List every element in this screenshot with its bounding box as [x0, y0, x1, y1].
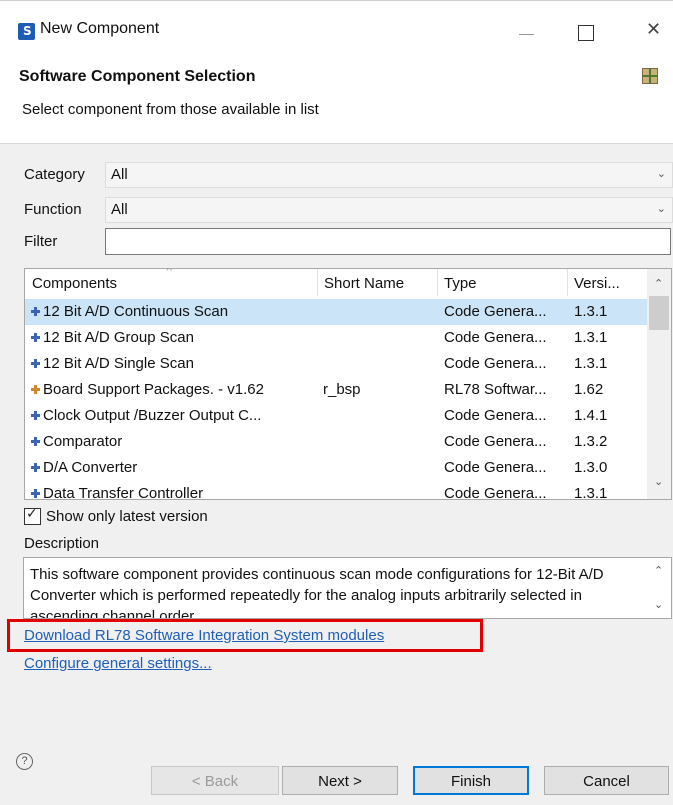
latest-version-checkbox[interactable] — [24, 506, 41, 525]
chevron-down-icon: ⌄ — [656, 202, 666, 215]
scroll-up-icon[interactable]: ⌃ — [654, 277, 663, 290]
type-cell: Code Genera... — [444, 329, 547, 346]
type-cell: Code Genera... — [444, 485, 547, 500]
table-row[interactable]: 12 Bit A/D Group Scan Code Genera... 1.3.1 — [25, 325, 647, 351]
scroll-down-icon[interactable]: ⌄ — [654, 475, 663, 488]
type-cell: Code Genera... — [444, 355, 547, 372]
component-icon — [31, 333, 40, 342]
component-name-cell: Board Support Packages. - v1.62 — [43, 381, 264, 398]
maximize-button[interactable] — [578, 25, 594, 41]
table-row[interactable]: Comparator Code Genera... 1.3.2 — [25, 429, 647, 455]
sort-indicator-icon: ^ — [165, 268, 174, 278]
table-row[interactable]: Data Transfer Controller Code Genera... 1.… — [25, 481, 647, 500]
type-cell: Code Genera... — [444, 303, 547, 320]
component-icon — [31, 359, 40, 368]
category-value: All — [111, 166, 128, 183]
component-name-cell: 12 Bit A/D Group Scan — [43, 329, 194, 346]
function-select[interactable]: All ⌄ — [105, 197, 673, 223]
component-name-cell: Clock Output /Buzzer Output C... — [43, 407, 262, 424]
chevron-down-icon: ⌄ — [656, 167, 666, 180]
description-box[interactable]: This software component provides continu… — [23, 557, 672, 619]
components-table[interactable]: Components ^ Short Name Type Versi... 12… — [24, 268, 672, 500]
filter-input[interactable] — [105, 228, 671, 255]
table-row[interactable]: 12 Bit A/D Single Scan Code Genera... 1.3.… — [25, 351, 647, 377]
help-icon[interactable]: ? — [16, 753, 33, 770]
table-row[interactable]: Board Support Packages. - v1.62 r_bsp RL78… — [25, 377, 647, 403]
description-text: This software component provides continu… — [30, 566, 604, 619]
component-name-cell: Data Transfer Controller — [43, 485, 204, 500]
table-row[interactable]: 12 Bit A/D Continuous Scan Code Genera...… — [25, 299, 647, 325]
component-name-cell: 12 Bit A/D Continuous Scan — [43, 303, 229, 320]
button-bar: ? < Back Next > Finish Cancel — [0, 741, 673, 805]
latest-version-label[interactable]: Show only latest version — [46, 508, 208, 525]
category-label: Category — [24, 166, 85, 183]
version-cell: 1.3.1 — [574, 303, 608, 320]
column-header-version[interactable]: Versi... — [567, 269, 647, 296]
table-scrollbar[interactable]: ⌃ ⌄ — [647, 269, 671, 499]
component-icon — [31, 463, 40, 472]
type-cell: RL78 Softwar... — [444, 381, 547, 398]
component-banner-icon — [642, 68, 658, 84]
title-bar: New Component ✕ — [0, 0, 673, 46]
version-cell: 1.4.1 — [574, 407, 608, 424]
component-name-cell: Comparator — [43, 433, 123, 450]
component-icon — [31, 307, 40, 316]
app-icon — [18, 23, 35, 40]
function-label: Function — [24, 201, 82, 218]
wizard-header — [0, 45, 673, 141]
version-cell: 1.3.1 — [574, 329, 608, 346]
filter-label: Filter — [24, 233, 58, 250]
scroll-up-icon[interactable]: ⌃ — [654, 564, 663, 577]
cancel-button[interactable]: Cancel — [544, 766, 669, 795]
configure-settings-link[interactable]: Configure general settings... — [24, 655, 212, 672]
component-icon — [31, 385, 40, 394]
table-row[interactable]: Clock Output /Buzzer Output C... Code Gen… — [25, 403, 647, 429]
column-header-type[interactable]: Type — [437, 269, 567, 296]
minimize-button[interactable] — [519, 34, 534, 35]
component-name-cell: 12 Bit A/D Single Scan — [43, 355, 194, 372]
finish-button[interactable]: Finish — [413, 766, 529, 795]
highlight-box — [7, 619, 483, 652]
page-title: Software Component Selection — [19, 68, 256, 85]
column-header-short-name[interactable]: Short Name — [317, 269, 437, 296]
version-cell: 1.3.1 — [574, 355, 608, 372]
short-name-cell: r_bsp — [323, 381, 361, 398]
version-cell: 1.62 — [574, 381, 604, 398]
category-select[interactable]: All ⌄ — [105, 162, 673, 188]
type-cell: Code Genera... — [444, 407, 547, 424]
scrollbar-thumb[interactable] — [649, 296, 669, 330]
component-icon — [31, 489, 40, 498]
component-name-cell: D/A Converter — [43, 459, 138, 476]
version-cell: 1.3.0 — [574, 459, 608, 476]
description-label: Description — [24, 535, 100, 552]
type-cell: Code Genera... — [444, 433, 547, 450]
scroll-down-icon[interactable]: ⌄ — [654, 598, 663, 611]
type-cell: Code Genera... — [444, 459, 547, 476]
column-header-components[interactable]: Components ^ — [25, 269, 317, 296]
description-scrollbar[interactable]: ⌃ ⌄ — [647, 558, 671, 618]
function-value: All — [111, 201, 128, 218]
version-cell: 1.3.2 — [574, 433, 608, 450]
version-cell: 1.3.1 — [574, 485, 608, 500]
table-row[interactable]: D/A Converter Code Genera... 1.3.0 — [25, 455, 647, 481]
page-subtitle: Select component from those available in… — [22, 101, 319, 118]
back-button[interactable]: < Back — [151, 766, 279, 795]
component-icon — [31, 437, 40, 446]
next-button[interactable]: Next > — [282, 766, 398, 795]
component-icon — [31, 411, 40, 420]
close-icon[interactable]: ✕ — [646, 19, 661, 40]
window-title: New Component — [40, 20, 160, 37]
